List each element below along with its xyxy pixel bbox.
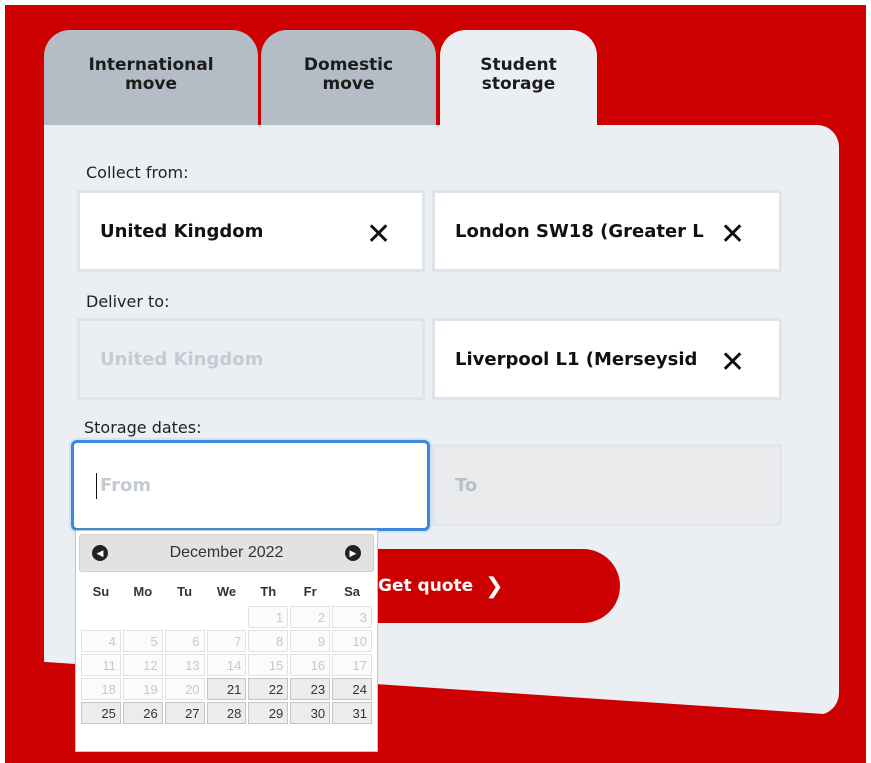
tab-label: Student xyxy=(480,55,557,75)
collect-city-field[interactable]: London SW18 (Greater L ✕ xyxy=(432,190,782,272)
weekday-header: Fr xyxy=(303,583,317,599)
weekday-header: Mo xyxy=(133,583,153,599)
calendar-empty-cell xyxy=(165,606,205,628)
calendar-day-disabled: 2 xyxy=(290,606,331,628)
calendar-day-disabled: 7 xyxy=(206,630,247,652)
tab-international-move[interactable]: International move xyxy=(44,30,258,126)
calendar-day-disabled: 16 xyxy=(290,654,331,676)
weekday-header: We xyxy=(216,583,237,599)
clear-deliver-city-icon[interactable]: ✕ xyxy=(720,348,745,378)
calendar-day[interactable]: 31 xyxy=(332,702,372,724)
to-date-input: To xyxy=(432,444,782,526)
calendar-day-disabled: 18 xyxy=(81,678,121,700)
calendar-day[interactable]: 24 xyxy=(332,678,372,700)
deliver-city-value: Liverpool L1 (Merseysid xyxy=(455,348,698,370)
calendar-day-disabled: 13 xyxy=(164,654,205,676)
collect-city-value: London SW18 (Greater L xyxy=(455,220,704,242)
deliver-city-field[interactable]: Liverpool L1 (Merseysid ✕ xyxy=(432,318,782,400)
calendar-day-disabled: 3 xyxy=(332,606,372,628)
tab-label: storage xyxy=(481,74,556,94)
calendar-empty-cell xyxy=(207,606,247,628)
weekday-header: Tu xyxy=(177,583,193,599)
calendar-week-row: 25 26 27 28 29 30 31 xyxy=(81,702,372,724)
calendar-day[interactable]: 22 xyxy=(248,678,289,700)
calendar-day-disabled: 11 xyxy=(81,654,121,676)
calendar-week-row: 11 12 13 14 15 16 17 xyxy=(81,654,372,676)
weekday-header: Su xyxy=(92,583,110,599)
prev-month-icon[interactable]: ◀ xyxy=(92,545,108,561)
tab-student-storage[interactable]: Student storage xyxy=(440,30,597,130)
deliver-country-field: United Kingdom xyxy=(77,318,425,400)
datepicker-header: ◀ December 2022 ▶ xyxy=(79,534,374,572)
text-caret xyxy=(96,473,97,499)
calendar-empty-cell xyxy=(123,606,163,628)
datepicker-month-title: December 2022 xyxy=(169,544,284,561)
tab-label: move xyxy=(322,74,375,94)
calendar-day-disabled: 10 xyxy=(332,630,372,652)
calendar-day[interactable]: 23 xyxy=(290,678,331,700)
calendar-week-row: 4 5 6 7 8 9 10 xyxy=(81,630,372,652)
calendar-empty-cell xyxy=(81,606,121,628)
calendar-day-disabled: 12 xyxy=(122,654,163,676)
deliver-to-label: Deliver to: xyxy=(86,292,170,311)
collect-country-field[interactable]: United Kingdom ✕ xyxy=(77,190,425,272)
calendar-day-disabled: 15 xyxy=(248,654,289,676)
calendar-day-disabled: 14 xyxy=(206,654,247,676)
deliver-country-value: United Kingdom xyxy=(100,348,264,370)
datepicker-grid: Su Mo Tu We Th Fr Sa 1 2 3 4 5 6 7 8 9 10 11 12 13 14 15 16 17… xyxy=(79,576,374,726)
tab-label: move xyxy=(124,74,177,94)
to-placeholder: To xyxy=(455,474,478,496)
from-date-input[interactable]: From xyxy=(71,440,430,531)
weekday-header: Sa xyxy=(344,583,360,599)
calendar-day-disabled: 5 xyxy=(122,630,163,652)
chevron-right-icon: ❯ xyxy=(485,573,504,599)
calendar-day-disabled: 6 xyxy=(164,630,205,652)
calendar-day[interactable]: 28 xyxy=(206,702,247,724)
calendar-day-disabled: 1 xyxy=(248,606,289,628)
collect-from-label: Collect from: xyxy=(86,163,189,182)
datepicker: ◀ December 2022 ▶ Su Mo Tu We Th Fr Sa 1234567… xyxy=(75,530,378,752)
calendar-day[interactable]: 27 xyxy=(164,702,205,724)
next-month-icon[interactable]: ▶ xyxy=(345,545,361,561)
calendar-day[interactable]: 21 xyxy=(206,678,247,700)
get-quote-label: Get quote xyxy=(378,576,474,596)
tab-label: Domestic xyxy=(303,55,394,75)
clear-collect-country-icon[interactable]: ✕ xyxy=(366,220,391,250)
calendar-day[interactable]: 30 xyxy=(290,702,331,724)
calendar-day-disabled: 17 xyxy=(332,654,372,676)
from-placeholder: From xyxy=(100,475,152,496)
calendar-day[interactable]: 26 xyxy=(122,702,163,724)
calendar-day-disabled: 20 xyxy=(164,678,205,700)
storage-dates-label: Storage dates: xyxy=(84,418,202,437)
calendar-day[interactable]: 25 xyxy=(81,702,121,724)
clear-collect-city-icon[interactable]: ✕ xyxy=(720,220,745,250)
tab-domestic-move[interactable]: Domestic move xyxy=(261,30,436,126)
calendar-week-row: 18 19 20 21 22 23 24 xyxy=(81,678,372,700)
calendar-day-disabled: 19 xyxy=(122,678,163,700)
calendar-day-disabled: 4 xyxy=(81,630,121,652)
calendar-day-disabled: 8 xyxy=(248,630,289,652)
calendar-day[interactable]: 29 xyxy=(248,702,289,724)
tab-label: International xyxy=(88,55,214,75)
weekday-header: Th xyxy=(260,583,277,599)
collect-country-value: United Kingdom xyxy=(100,220,264,242)
calendar-day-disabled: 9 xyxy=(290,630,331,652)
calendar-week-row: 123 xyxy=(81,606,372,628)
